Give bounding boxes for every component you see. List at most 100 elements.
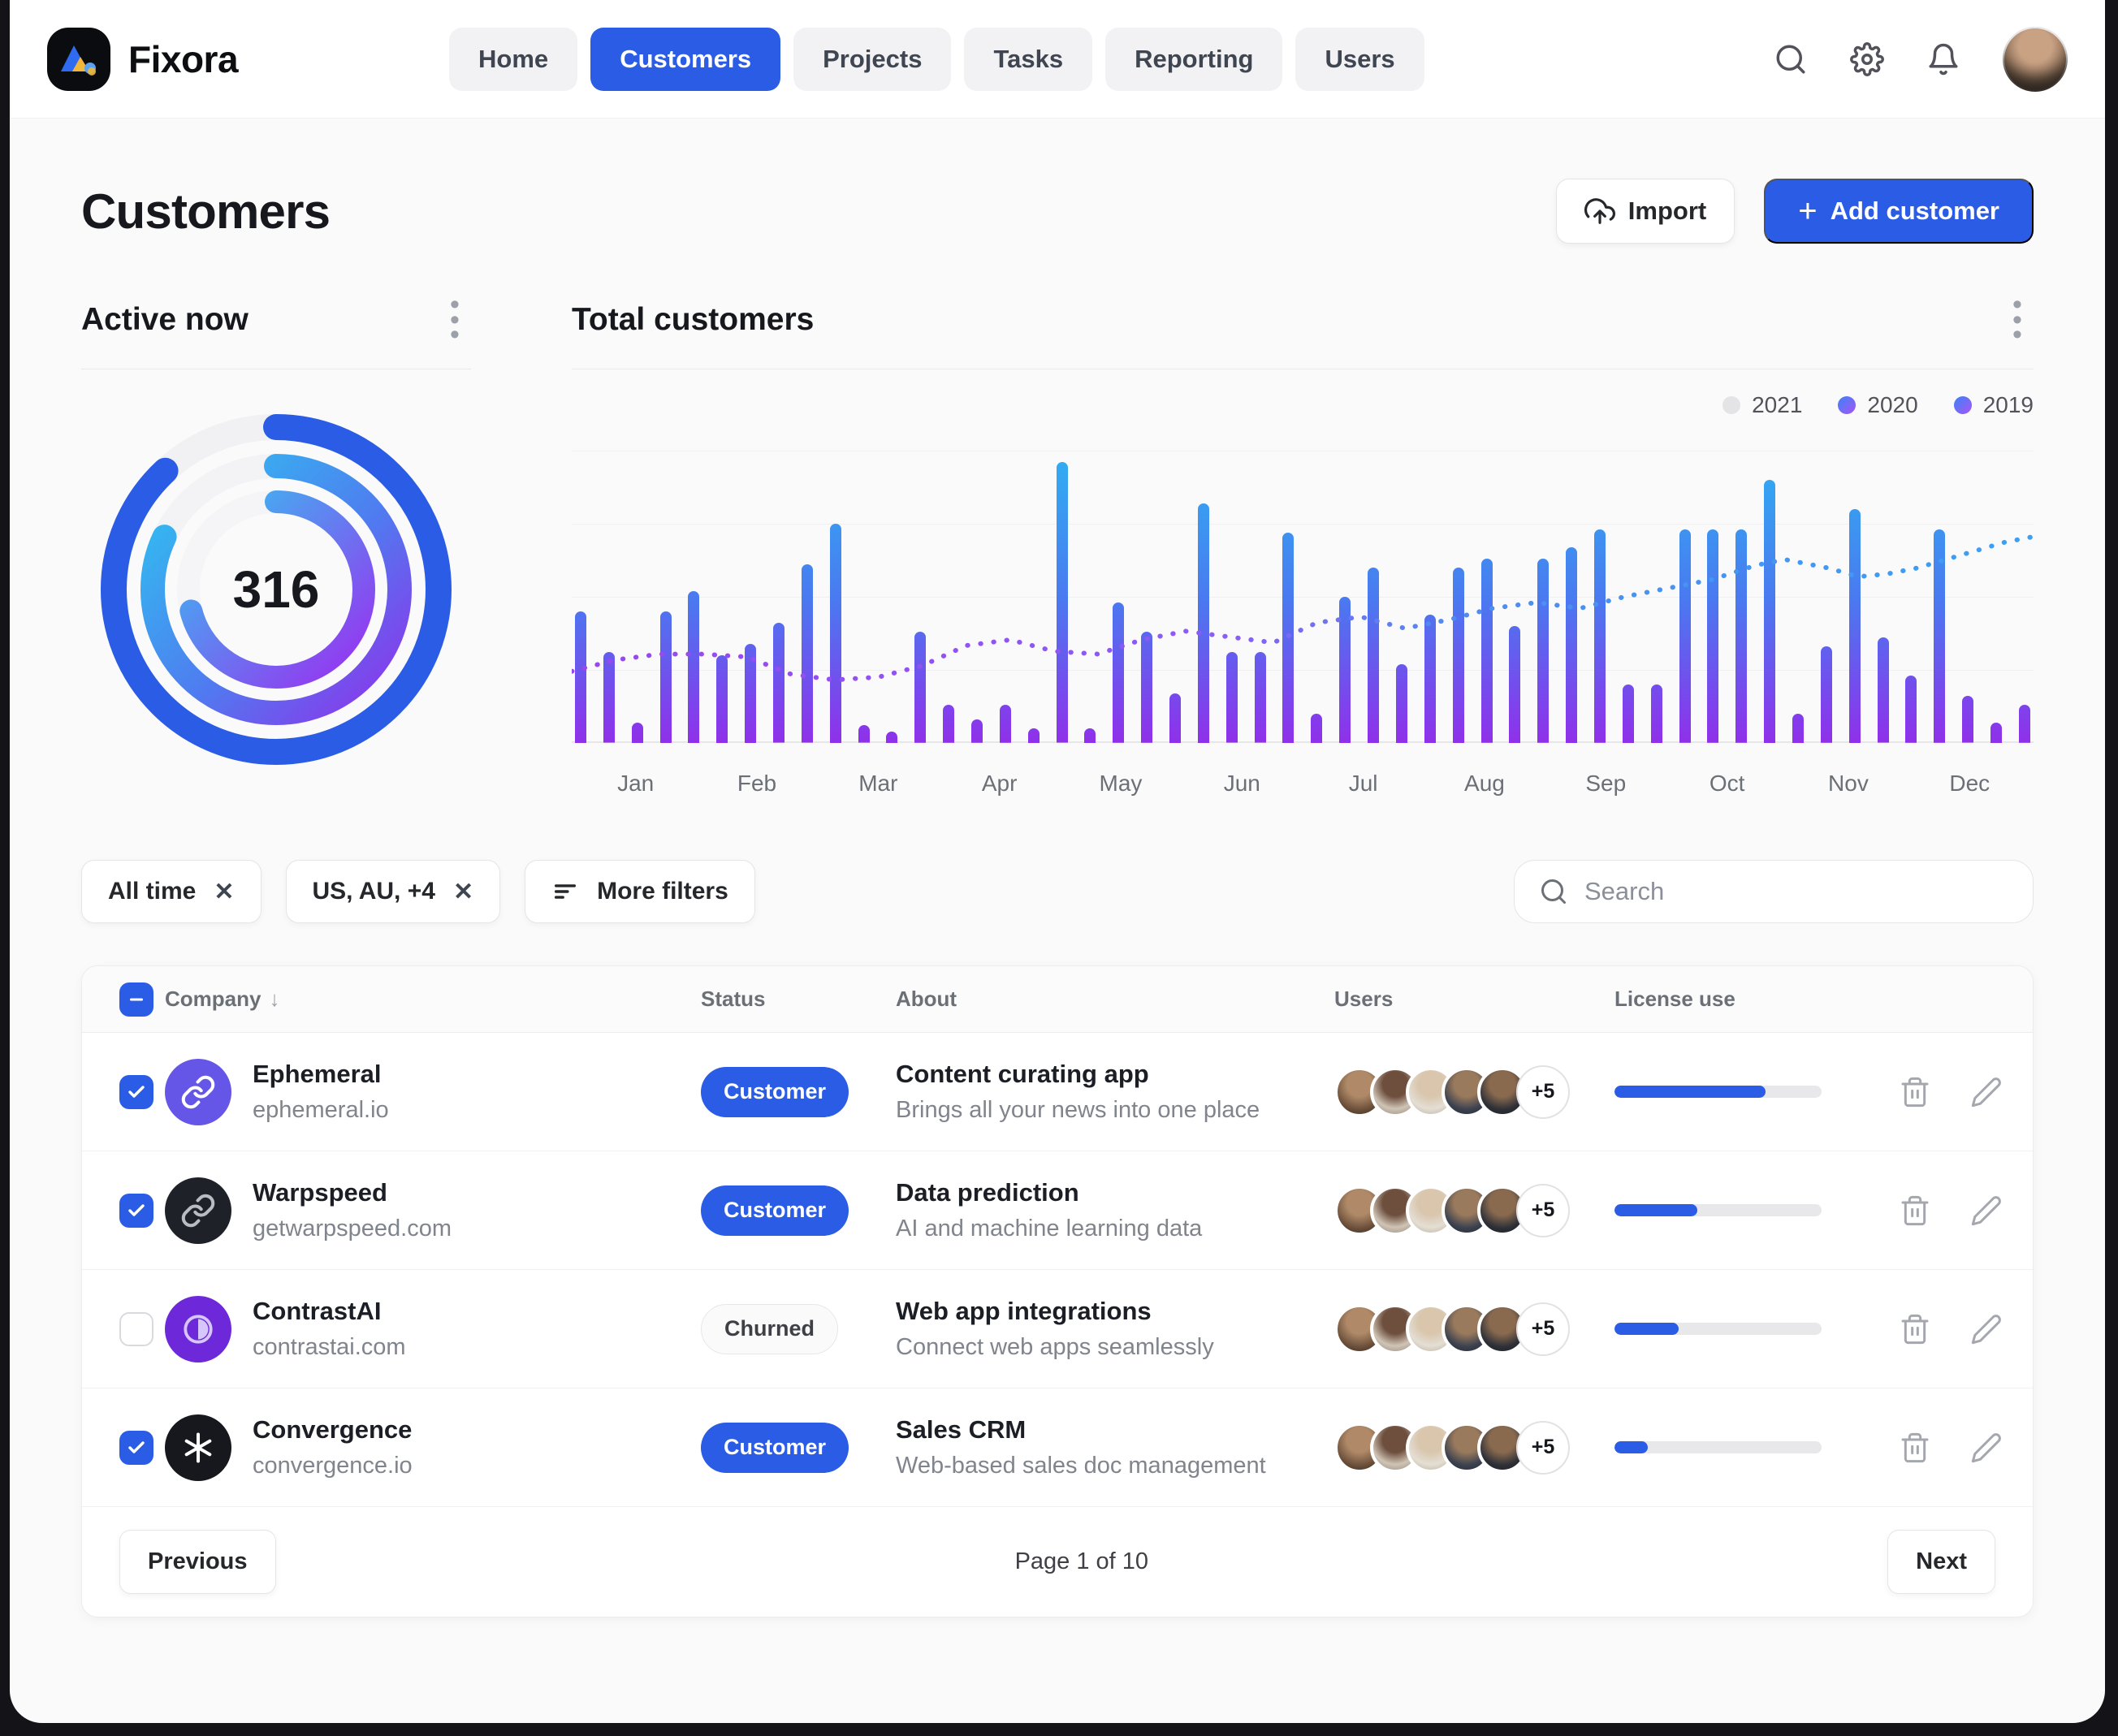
row-checkbox[interactable]: [119, 1312, 153, 1346]
gear-icon[interactable]: [1850, 42, 1884, 76]
extra-users-badge[interactable]: +5: [1516, 1302, 1570, 1356]
chart-bar: [1396, 664, 1407, 743]
chart-bar: [914, 632, 926, 743]
legend-dot: [1722, 396, 1740, 414]
search-input[interactable]: [1584, 877, 2008, 906]
edit-row-icon[interactable]: [1970, 1194, 2003, 1227]
page-indicator: Page 1 of 10: [276, 1548, 1888, 1575]
top-actions: [1774, 27, 2068, 92]
search-icon[interactable]: [1774, 42, 1808, 76]
total-customers-panel: Total customers ••• 202120202019: [572, 297, 2034, 797]
edit-row-icon[interactable]: [1970, 1076, 2003, 1108]
legend-dot: [1838, 396, 1856, 414]
column-header-about[interactable]: About: [896, 987, 1334, 1012]
upload-cloud-icon: [1584, 196, 1615, 227]
status-badge: Churned: [701, 1304, 838, 1354]
about-subtitle: Web-based sales doc management: [896, 1453, 1334, 1479]
status-badge: Customer: [701, 1067, 849, 1117]
active-now-panel: Active now •••: [81, 297, 471, 797]
legend-item-2020: 2020: [1838, 392, 1917, 418]
next-page-button[interactable]: Next: [1887, 1530, 1995, 1594]
row-checkbox[interactable]: [119, 1194, 153, 1228]
chart-bar: [575, 611, 586, 743]
chart-bar: [1226, 652, 1238, 743]
active-now-donut-chart: 316: [81, 391, 471, 788]
add-customer-button[interactable]: + Add customer: [1764, 179, 2034, 244]
chart-bar: [1113, 602, 1124, 743]
chip-label: All time: [108, 878, 196, 905]
nav-item-users[interactable]: Users: [1295, 28, 1424, 91]
table-footer: Previous Page 1 of 10 Next: [82, 1507, 2033, 1617]
month-label-may: May: [1060, 771, 1181, 797]
total-customers-menu-icon[interactable]: •••: [2001, 297, 2034, 343]
previous-page-button[interactable]: Previous: [119, 1530, 276, 1594]
nav-item-home[interactable]: Home: [449, 28, 577, 91]
chart-bars: [572, 451, 2034, 743]
legend-dot: [1954, 396, 1972, 414]
import-button[interactable]: Import: [1556, 179, 1735, 244]
chart-bar: [1198, 503, 1209, 743]
nav-item-projects[interactable]: Projects: [793, 28, 951, 91]
users-avatar-stack: +5: [1334, 1302, 1614, 1356]
chip-label: US, AU, +4: [313, 878, 435, 905]
month-label-nov: Nov: [1787, 771, 1908, 797]
company-domain: contrastai.com: [253, 1334, 406, 1361]
contrastai-logo-icon: [165, 1296, 231, 1362]
month-label-dec: Dec: [1909, 771, 2030, 797]
license-use-bar: [1614, 1086, 1822, 1098]
sort-descending-icon: ↓: [269, 987, 279, 1012]
delete-row-icon[interactable]: [1899, 1432, 1931, 1464]
delete-row-icon[interactable]: [1899, 1313, 1931, 1345]
company-domain: getwarpspeed.com: [253, 1216, 452, 1242]
chart-bar: [1962, 696, 1973, 743]
filter-chip-all-time[interactable]: All time ✕: [81, 860, 262, 923]
column-header-users[interactable]: Users: [1334, 987, 1614, 1012]
filter-lines-icon: [551, 878, 579, 905]
extra-users-badge[interactable]: +5: [1516, 1184, 1570, 1237]
delete-row-icon[interactable]: [1899, 1194, 1931, 1227]
nav-item-reporting[interactable]: Reporting: [1105, 28, 1282, 91]
total-customers-title: Total customers: [572, 302, 814, 338]
chart-bar: [660, 611, 672, 743]
chart-bar: [1255, 652, 1266, 743]
company-name: Convergence: [253, 1415, 413, 1445]
bell-icon[interactable]: [1926, 42, 1960, 76]
nav-item-tasks[interactable]: Tasks: [964, 28, 1092, 91]
total-customers-chart: [572, 451, 2034, 743]
company-name: Ephemeral: [253, 1060, 389, 1089]
chart-bar: [1453, 568, 1464, 743]
column-header-company[interactable]: Company↓: [165, 987, 701, 1012]
chart-bar: [1735, 529, 1747, 743]
chart-bar: [1934, 529, 1945, 743]
delete-row-icon[interactable]: [1899, 1076, 1931, 1108]
top-navigation-bar: Fixora HomeCustomersProjectsTasksReporti…: [10, 0, 2105, 119]
chart-bar: [1764, 480, 1775, 743]
about-subtitle: Connect web apps seamlessly: [896, 1334, 1334, 1361]
month-label-jun: Jun: [1182, 771, 1303, 797]
chart-bar: [858, 725, 870, 743]
convergence-logo-icon: [165, 1414, 231, 1481]
extra-users-badge[interactable]: +5: [1516, 1421, 1570, 1475]
add-customer-label: Add customer: [1831, 196, 1999, 226]
close-icon[interactable]: ✕: [214, 878, 234, 906]
column-header-license[interactable]: License use: [1614, 987, 1899, 1012]
row-checkbox[interactable]: [119, 1075, 153, 1109]
edit-row-icon[interactable]: [1970, 1432, 2003, 1464]
fixora-logo-icon: [47, 28, 110, 91]
active-now-menu-icon[interactable]: •••: [439, 297, 471, 343]
extra-users-badge[interactable]: +5: [1516, 1065, 1570, 1119]
chart-bar: [1878, 637, 1889, 743]
more-filters-button[interactable]: More filters: [525, 860, 755, 923]
user-avatar[interactable]: [2003, 27, 2068, 92]
edit-row-icon[interactable]: [1970, 1313, 2003, 1345]
row-checkbox[interactable]: [119, 1431, 153, 1465]
close-icon[interactable]: ✕: [453, 878, 473, 906]
chart-bar: [603, 652, 615, 743]
filter-chip-regions[interactable]: US, AU, +4 ✕: [286, 860, 501, 923]
column-header-status[interactable]: Status: [701, 987, 896, 1012]
month-label-oct: Oct: [1666, 771, 1787, 797]
month-label-jan: Jan: [575, 771, 696, 797]
nav-item-customers[interactable]: Customers: [590, 28, 780, 91]
about-subtitle: Brings all your news into one place: [896, 1097, 1334, 1124]
select-all-checkbox[interactable]: [119, 982, 153, 1017]
